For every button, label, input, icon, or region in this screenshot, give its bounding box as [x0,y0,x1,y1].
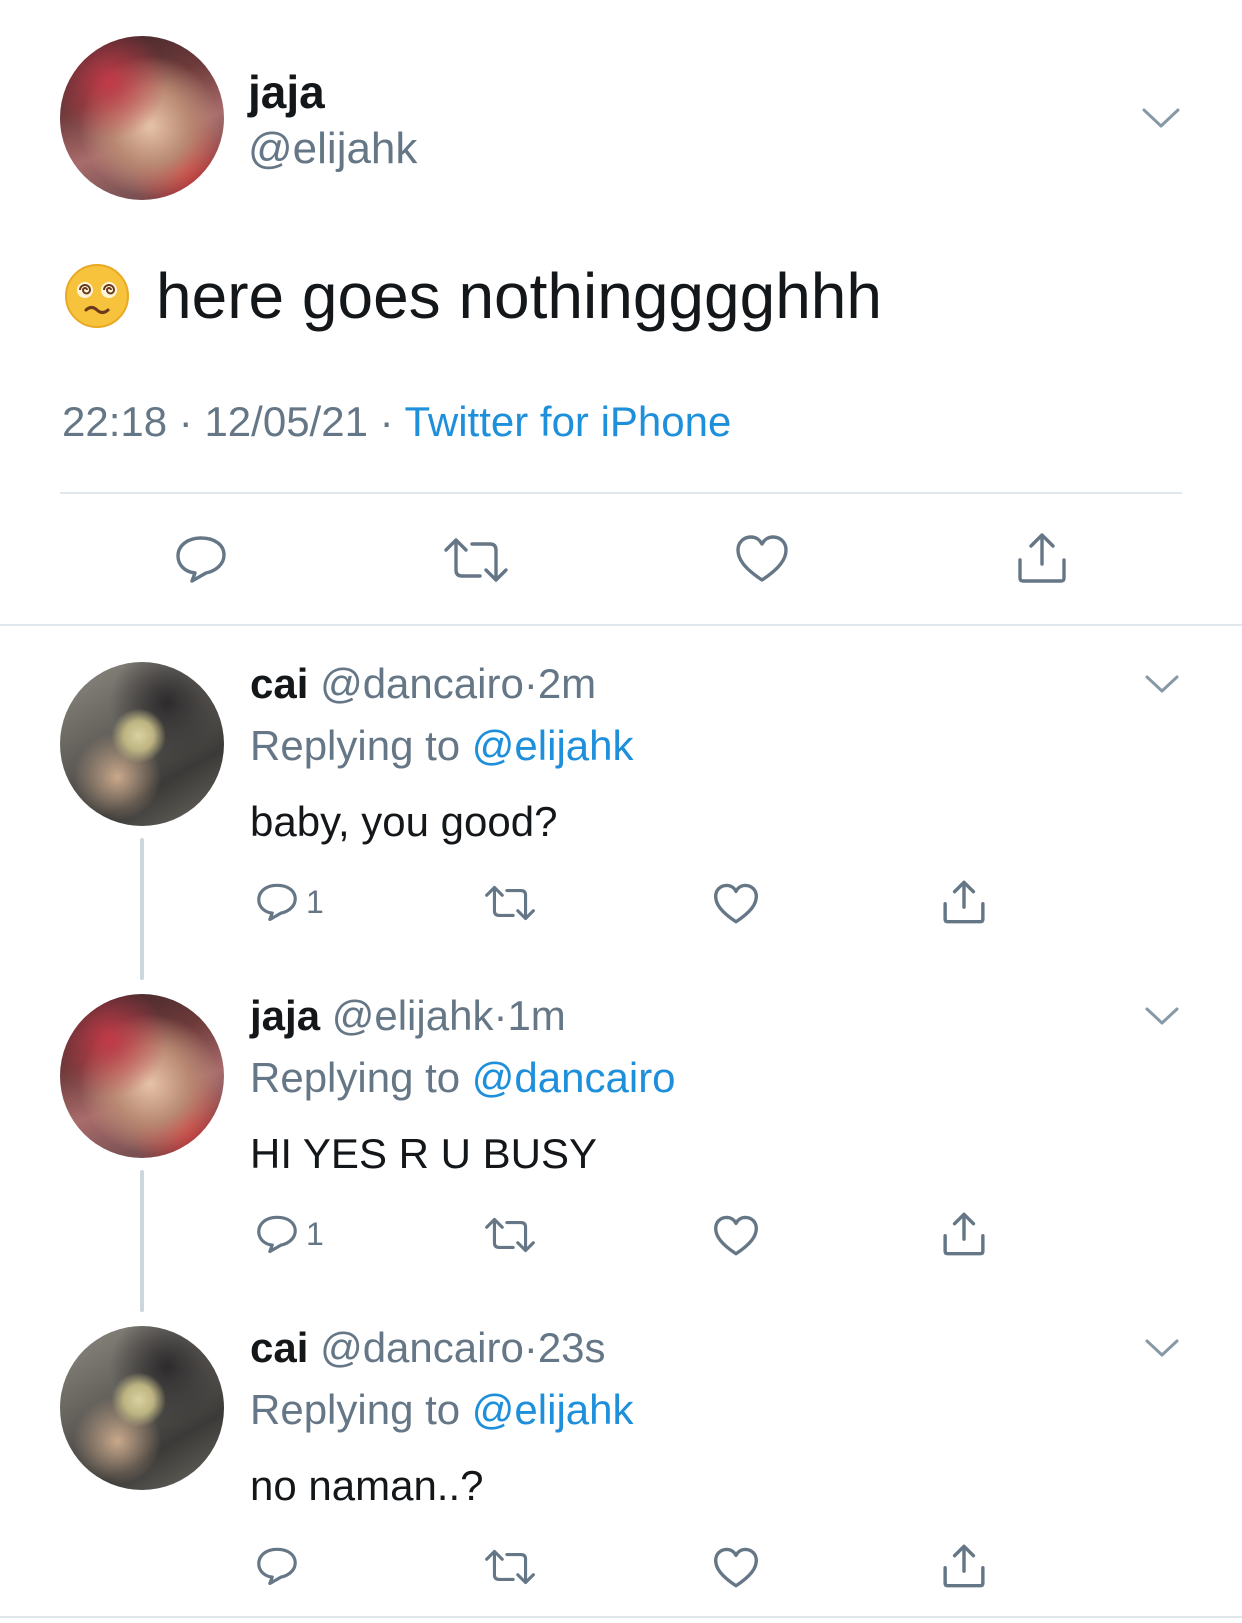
reply-reply-button[interactable]: 1 [254,880,324,924]
replying-to-handle-link[interactable]: @elijahk [472,1386,634,1433]
reply-header: jaja @elijahk·1m [250,992,566,1040]
replying-to-line: Replying to @elijahk [250,722,634,770]
replying-to-label: Replying to [250,1054,461,1101]
meta-separator: · [523,1324,538,1371]
reply-text: HI YES R U BUSY [250,1130,597,1177]
main-tweet-menu-chevron-down-icon[interactable] [1140,104,1182,132]
reply-menu-chevron-down-icon[interactable] [1144,672,1180,696]
main-tweet-avatar[interactable] [60,36,224,200]
main-retweet-button[interactable] [440,536,512,584]
heart-icon [713,883,758,924]
heart-icon [736,535,788,582]
reply-handle[interactable]: @dancairo [320,1324,524,1371]
reply-share-button[interactable] [940,1210,988,1258]
main-tweet-text: here goes nothingggghhh [156,260,882,332]
replying-to-handle-link[interactable]: @dancairo [472,1054,676,1101]
reply-handle[interactable]: @elijahk [332,992,494,1039]
reply-avatar[interactable] [60,994,224,1158]
reply-icon [257,1547,297,1586]
thread-line [140,838,144,980]
main-tweet-date[interactable]: 12/05/21 [204,398,368,445]
heart-icon [713,1215,758,1256]
share-icon [943,1212,985,1256]
reply-reply-button[interactable] [254,1544,306,1588]
share-icon [1018,533,1066,583]
reply-icon [176,536,226,583]
reply-like-button[interactable] [712,882,760,926]
reply-text: baby, you good? [250,798,558,845]
reply-retweet-button[interactable] [482,1216,538,1254]
main-tweet-source-link[interactable]: Twitter for iPhone [405,398,732,445]
meta-separator: · [523,660,538,707]
main-reply-button[interactable] [172,532,230,586]
replying-to-handle-link[interactable]: @elijahk [472,722,634,769]
reply-menu-chevron-down-icon[interactable] [1144,1004,1180,1028]
meta-separator: · [379,398,394,445]
reply-avatar[interactable] [60,662,224,826]
reply-handle[interactable]: @dancairo [320,660,524,707]
replying-to-label: Replying to [250,722,461,769]
reply-display-name[interactable]: cai [250,660,308,707]
replying-to-label: Replying to [250,1386,461,1433]
section-divider [0,624,1242,626]
dizzy-face-emoji-icon [64,263,130,329]
reply-icon [257,883,297,922]
meta-separator: · [493,992,508,1039]
main-tweet-body: here goes nothingggghhh [64,256,882,336]
reply-retweet-button[interactable] [482,1548,538,1586]
reply-avatar[interactable] [60,1326,224,1490]
main-tweet-meta: 22:18 · 12/05/21 · Twitter for iPhone [62,398,731,446]
reply-count: 1 [306,883,324,920]
reply-display-name[interactable]: jaja [250,992,320,1039]
retweet-icon [485,1549,535,1585]
reply-retweet-button[interactable] [482,884,538,922]
reply-share-button[interactable] [940,878,988,926]
reply-header: cai @dancairo·2m [250,660,596,708]
retweet-icon [444,538,508,582]
reply-header: cai @dancairo·23s [250,1324,606,1372]
reply-display-name[interactable]: cai [250,1324,308,1371]
reply-time[interactable]: 1m [507,992,565,1039]
replying-to-line: Replying to @dancairo [250,1054,676,1102]
share-icon [943,1544,985,1588]
bottom-divider [0,1616,1242,1618]
share-icon [943,880,985,924]
reply-menu-chevron-down-icon[interactable] [1144,1336,1180,1360]
reply-count: 1 [306,1215,324,1252]
replying-to-line: Replying to @elijahk [250,1386,634,1434]
heart-icon [713,1547,758,1588]
retweet-icon [485,1217,535,1253]
reply-text: no naman..? [250,1462,484,1509]
reply-icon [257,1215,297,1254]
main-tweet-meta-divider [60,492,1182,494]
thread-line [140,1170,144,1312]
reply-time[interactable]: 2m [538,660,596,707]
reply-time[interactable]: 23s [538,1324,606,1371]
reply-reply-button[interactable]: 1 [254,1212,324,1256]
retweet-icon [485,885,535,921]
meta-separator: · [178,398,193,445]
main-like-button[interactable] [734,533,790,585]
main-tweet-time[interactable]: 22:18 [62,398,167,445]
main-tweet-display-name[interactable]: jaja [248,66,325,118]
reply-like-button[interactable] [712,1214,760,1258]
reply-like-button[interactable] [712,1546,760,1590]
main-share-button[interactable] [1014,530,1070,586]
main-tweet-handle[interactable]: @elijahk [248,124,417,174]
reply-share-button[interactable] [940,1542,988,1590]
